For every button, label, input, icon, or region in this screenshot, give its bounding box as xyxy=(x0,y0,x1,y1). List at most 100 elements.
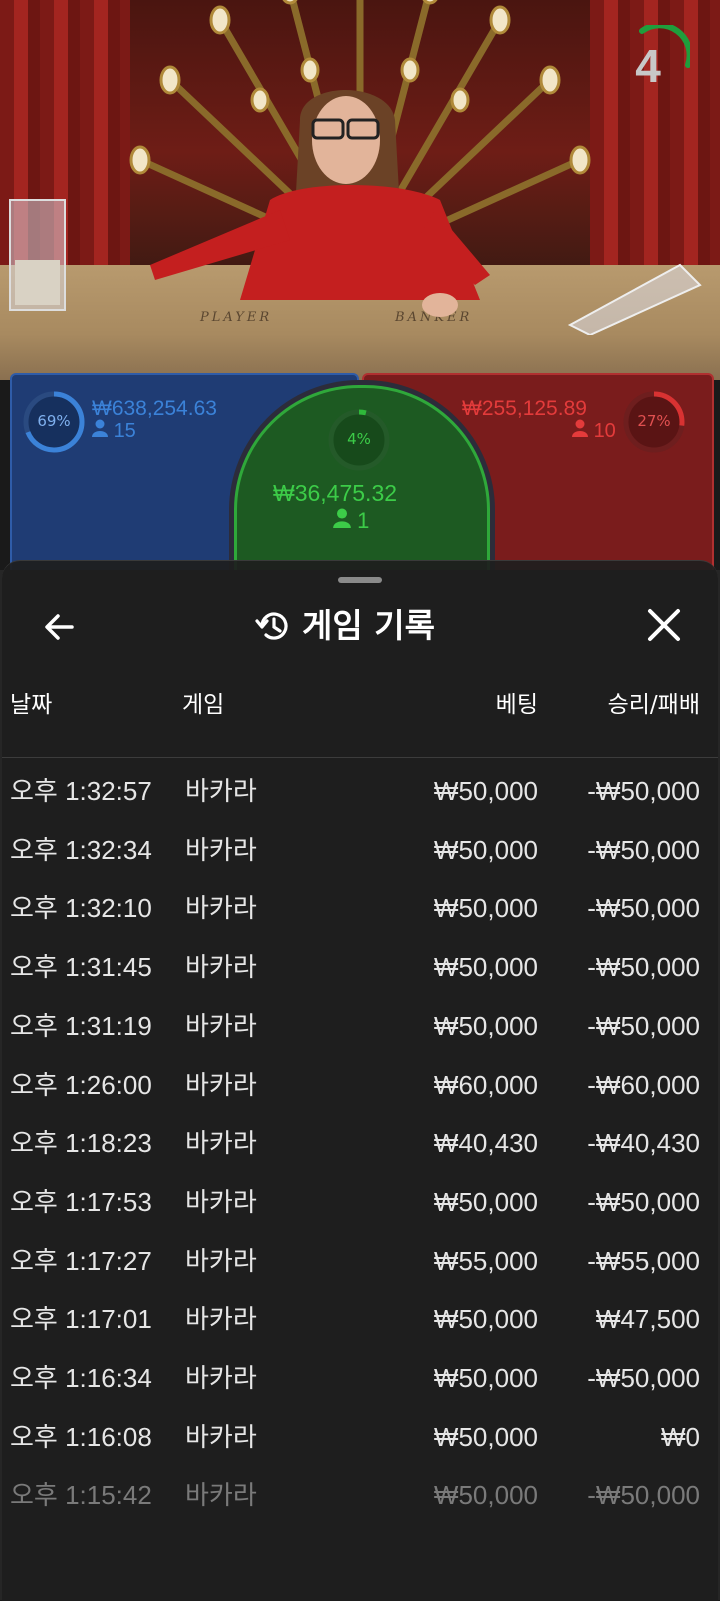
close-icon xyxy=(648,609,680,641)
row-bet: ₩50,000 xyxy=(433,1304,538,1335)
row-game: 바카라 xyxy=(185,952,257,983)
dealer xyxy=(150,90,490,317)
row-bet: ₩55,000 xyxy=(433,1245,538,1276)
countdown-value: 4 xyxy=(635,40,661,92)
row-bet: ₩50,000 xyxy=(433,1480,538,1511)
arrow-left-icon xyxy=(45,614,74,640)
column-header-bet: 베팅 xyxy=(495,692,538,718)
back-button[interactable] xyxy=(38,605,82,649)
round-countdown-timer: 4 xyxy=(628,25,690,95)
history-icon xyxy=(255,612,288,640)
row-time: 오후 1:18:23 xyxy=(10,1128,152,1159)
row-time: 오후 1:26:00 xyxy=(10,1069,152,1100)
row-game: 바카라 xyxy=(185,1245,257,1276)
close-button[interactable] xyxy=(642,603,686,647)
sheet-title: 게임 기록 xyxy=(302,606,435,645)
banker-total-amount: ₩255,125.89 xyxy=(462,397,587,420)
row-game: 바카라 xyxy=(185,1421,257,1452)
table-row[interactable]: 오후 1:26:00 바카라 ₩60,000 -₩60,000 xyxy=(2,1055,718,1114)
player-total-amount: ₩638,254.63 xyxy=(92,397,217,420)
row-bet: ₩50,000 xyxy=(433,952,538,983)
table-row[interactable]: 오후 1:17:27 바카라 ₩55,000 -₩55,000 xyxy=(2,1231,718,1290)
row-result: -₩40,430 xyxy=(587,1128,700,1159)
live-video-feed: PLAYER BANKER 4 xyxy=(0,0,720,380)
row-bet: ₩50,000 xyxy=(433,776,538,806)
table-row[interactable]: 오후 1:16:34 바카라 ₩50,000 -₩50,000 xyxy=(2,1348,718,1407)
sheet-drag-handle[interactable] xyxy=(338,577,382,583)
row-bet: ₩60,000 xyxy=(433,1069,538,1100)
player-percent: 69% xyxy=(37,412,71,430)
game-history-sheet: 게임 기록 날짜 게임 베팅 승리/패배 오후 1:32:57 바카라 ₩50,00… xyxy=(2,560,718,1601)
row-game: 바카라 xyxy=(185,1128,257,1159)
row-bet: ₩50,000 xyxy=(433,834,538,865)
row-game: 바카라 xyxy=(185,1304,257,1335)
tie-total-amount: ₩36,475.32 xyxy=(273,480,398,506)
table-row[interactable]: 오후 1:18:23 바카라 ₩40,430 -₩40,430 xyxy=(2,1113,718,1172)
table-row[interactable]: 오후 1:16:08 바카라 ₩50,000 ₩0 xyxy=(2,1407,718,1466)
row-result: -₩50,000 xyxy=(587,834,700,865)
row-game: 바카라 xyxy=(185,1069,257,1100)
tie-bettor-count: 1 xyxy=(333,508,369,534)
row-game: 바카라 xyxy=(185,1480,257,1511)
table-row[interactable]: 오후 1:31:19 바카라 ₩50,000 -₩50,000 xyxy=(2,996,718,1055)
player-bettor-count: 15 xyxy=(92,419,136,443)
row-time: 오후 1:17:53 xyxy=(10,1186,152,1217)
row-result: ₩0 xyxy=(661,1421,700,1452)
row-game: 바카라 xyxy=(185,776,257,806)
tie-percent: 4% xyxy=(347,430,371,448)
card-shoe-right xyxy=(567,263,702,335)
table-row[interactable]: 오후 1:15:42 바카라 ₩50,000 -₩50,000 xyxy=(2,1465,718,1524)
history-table-header: 날짜 게임 베팅 승리/패배 xyxy=(2,685,718,735)
table-row[interactable]: 오후 1:31:45 바카라 ₩50,000 -₩50,000 xyxy=(2,937,718,996)
row-game: 바카라 xyxy=(185,834,257,865)
player-bettor-count-value: 15 xyxy=(113,420,136,442)
row-time: 오후 1:31:45 xyxy=(10,952,152,983)
header-divider xyxy=(2,757,718,758)
table-row[interactable]: 오후 1:32:34 바카라 ₩50,000 -₩50,000 xyxy=(2,820,718,879)
row-result: -₩50,000 xyxy=(587,952,700,983)
column-header-result: 승리/패배 xyxy=(607,692,700,718)
person-icon xyxy=(92,419,108,437)
row-result: -₩60,000 xyxy=(587,1069,700,1100)
row-time: 오후 1:17:01 xyxy=(10,1304,152,1335)
banker-bettor-count: 10 xyxy=(572,419,616,443)
column-header-date: 날짜 xyxy=(10,692,53,718)
column-header-game: 게임 xyxy=(182,692,225,718)
row-time: 오후 1:32:57 xyxy=(10,776,152,806)
table-row[interactable]: 오후 1:17:53 바카라 ₩50,000 -₩50,000 xyxy=(2,1172,718,1231)
card-shoe-left xyxy=(9,199,66,311)
banker-percent: 27% xyxy=(637,412,671,430)
person-icon xyxy=(572,419,588,437)
row-game: 바카라 xyxy=(185,1363,257,1393)
row-bet: ₩50,000 xyxy=(433,1010,538,1041)
row-time: 오후 1:17:27 xyxy=(10,1245,152,1276)
row-result: -₩55,000 xyxy=(587,1245,700,1276)
row-result: -₩50,000 xyxy=(587,1186,700,1217)
row-time: 오후 1:16:08 xyxy=(10,1421,152,1452)
tie-bettor-count-value: 1 xyxy=(357,508,370,533)
row-bet: ₩50,000 xyxy=(433,893,538,924)
row-result: ₩47,500 xyxy=(595,1304,700,1335)
row-result: -₩50,000 xyxy=(587,1363,700,1393)
table-row[interactable]: 오후 1:32:10 바카라 ₩50,000 -₩50,000 xyxy=(2,878,718,937)
row-result: -₩50,000 xyxy=(587,893,700,924)
row-time: 오후 1:31:19 xyxy=(10,1010,152,1041)
banker-bettor-count-value: 10 xyxy=(593,420,616,442)
row-result: -₩50,000 xyxy=(587,1480,700,1511)
row-game: 바카라 xyxy=(185,893,257,924)
row-bet: ₩40,430 xyxy=(433,1128,538,1159)
row-time: 오후 1:32:10 xyxy=(10,893,152,924)
bet-summary-area: 69% ₩638,254.63 15 ₩255,125.89 10 27% 4%… xyxy=(0,370,720,581)
row-bet: ₩50,000 xyxy=(433,1186,538,1217)
row-bet: ₩50,000 xyxy=(433,1421,538,1452)
row-bet: ₩50,000 xyxy=(433,1363,538,1393)
person-icon xyxy=(333,508,351,528)
row-result: -₩50,000 xyxy=(587,1010,700,1041)
row-time: 오후 1:32:34 xyxy=(10,834,152,865)
row-game: 바카라 xyxy=(185,1010,257,1041)
row-game: 바카라 xyxy=(185,1186,257,1217)
table-row[interactable]: 오후 1:17:01 바카라 ₩50,000 ₩47,500 xyxy=(2,1289,718,1348)
row-result: -₩50,000 xyxy=(587,776,700,806)
row-time: 오후 1:15:42 xyxy=(10,1480,152,1511)
table-row[interactable]: 오후 1:32:57 바카라 ₩50,000 -₩50,000 xyxy=(2,761,718,820)
